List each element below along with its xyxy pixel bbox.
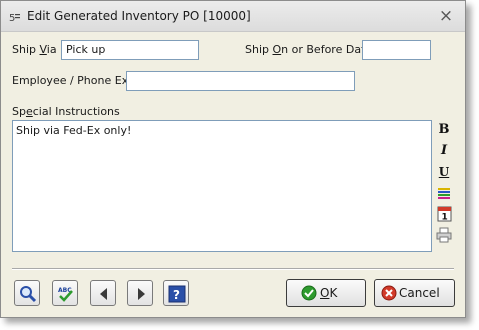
employee-input[interactable]: [126, 71, 355, 91]
print-icon[interactable]: [435, 226, 453, 244]
cancel-icon: [381, 285, 397, 304]
ok-icon: [301, 285, 317, 304]
calendar-icon[interactable]: 1: [435, 205, 453, 223]
ship-via-label: Ship Via: [12, 43, 57, 56]
title-bar[interactable]: 5 Edit Generated Inventory PO [10000] ×: [1, 1, 465, 32]
svg-text:?: ?: [173, 288, 180, 302]
dialog-window: 5 Edit Generated Inventory PO [10000] × …: [0, 0, 466, 318]
bold-icon[interactable]: B: [435, 121, 453, 139]
next-button[interactable]: [127, 280, 153, 306]
underline-icon[interactable]: U: [435, 163, 453, 181]
footer-separator: [12, 268, 454, 270]
ship-on-date-label: Ship On or Before Date: [245, 43, 373, 56]
ship-on-date-input[interactable]: [362, 40, 431, 60]
employee-label: Employee / Phone Ext.: [12, 74, 137, 87]
help-button[interactable]: ?: [163, 280, 189, 306]
app-icon: 5: [9, 11, 21, 24]
special-instructions-label: Special Instructions: [12, 105, 120, 118]
window-title: Edit Generated Inventory PO [10000]: [27, 9, 251, 23]
svg-text:5: 5: [9, 13, 15, 23]
cancel-button[interactable]: Cancel: [374, 279, 455, 307]
special-instructions-text: Ship via Fed-Ex only!: [16, 124, 132, 137]
ok-button[interactable]: OK: [286, 279, 366, 307]
cancel-label: Cancel: [399, 286, 440, 300]
close-icon[interactable]: ×: [437, 7, 455, 25]
ok-label: OK: [320, 286, 338, 300]
svg-text:1: 1: [441, 213, 447, 223]
color-icon[interactable]: [435, 184, 453, 202]
special-instructions-textarea[interactable]: Ship via Fed-Ex only!: [12, 120, 432, 252]
spellcheck-button[interactable]: ABC: [52, 280, 78, 306]
italic-icon[interactable]: I: [435, 142, 453, 160]
ship-via-input[interactable]: Pick up: [61, 40, 199, 60]
previous-button[interactable]: [90, 280, 116, 306]
search-button[interactable]: [14, 280, 40, 306]
